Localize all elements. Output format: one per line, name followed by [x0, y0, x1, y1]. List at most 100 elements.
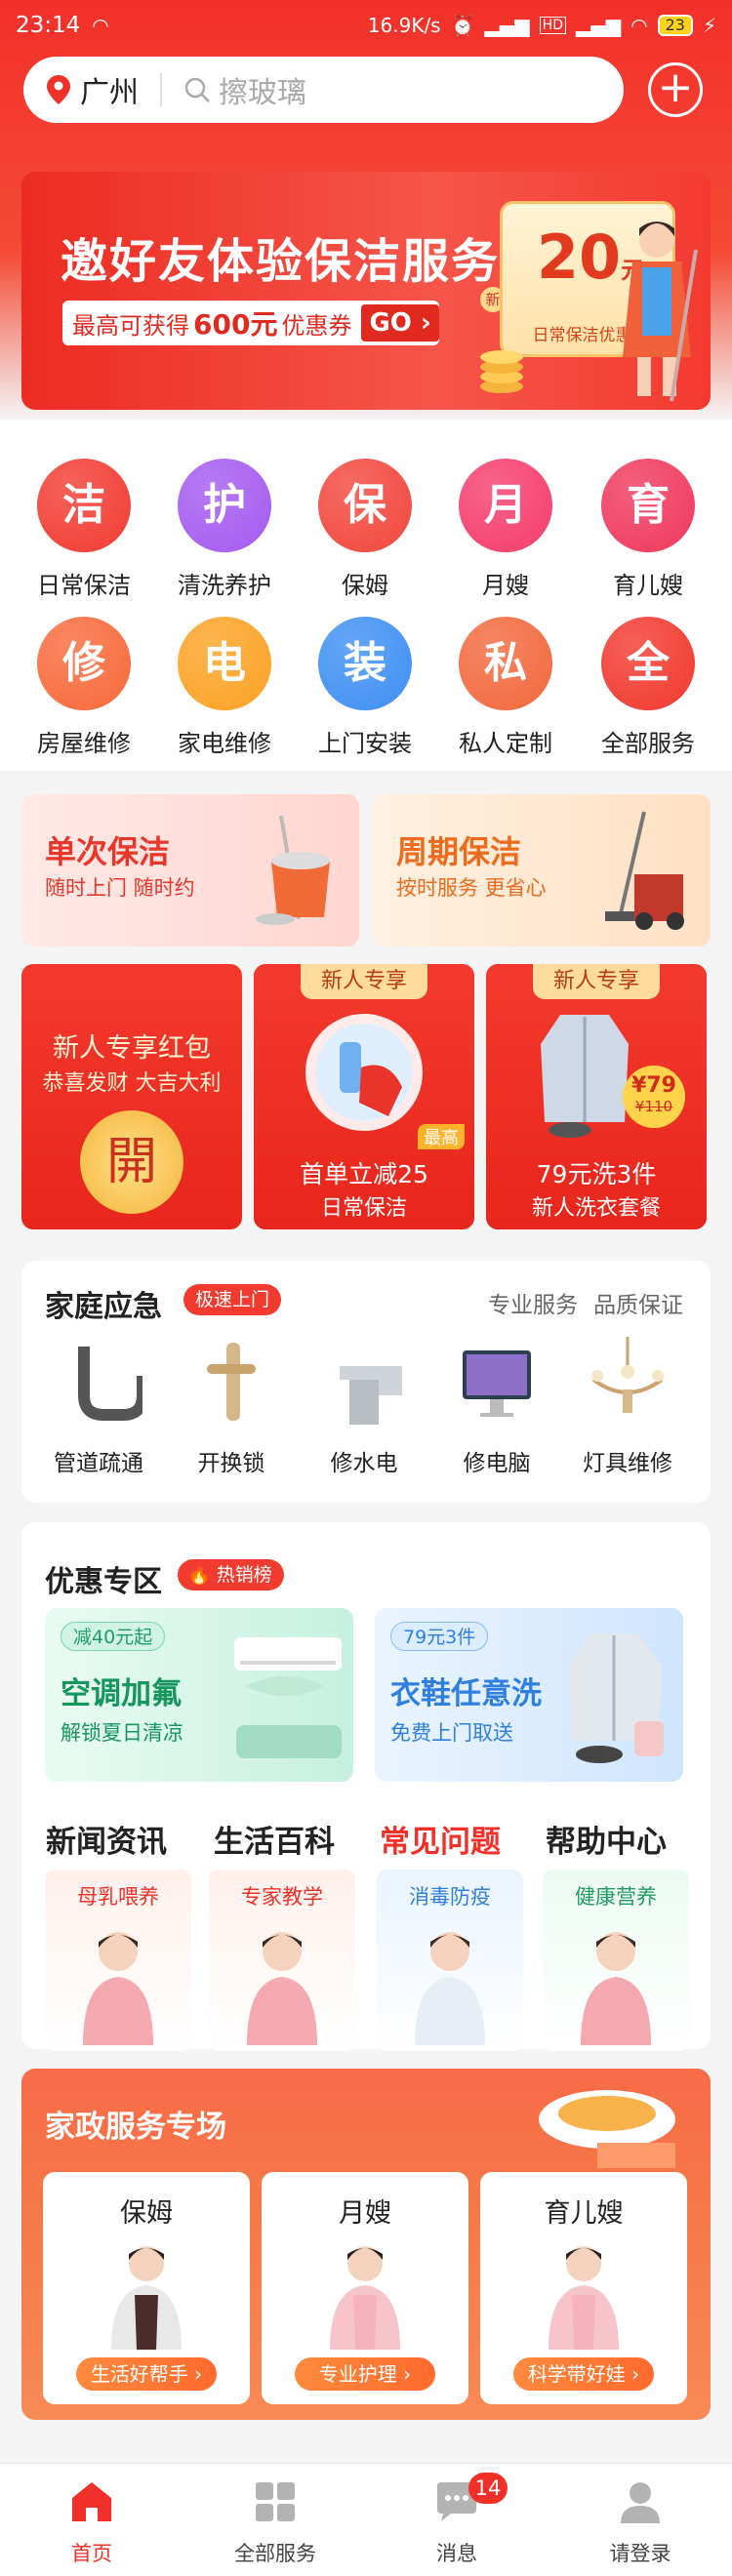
emergency-item-3[interactable]: 修电脑 — [433, 1337, 560, 1477]
info-card-2[interactable]: 消毒防疫 — [377, 1870, 523, 2051]
category-7[interactable]: 装上门安装 — [293, 617, 437, 758]
chandelier-icon — [591, 1337, 664, 1413]
emergency-tagline-2: 品质保证 — [593, 1293, 683, 1318]
category-icon: 修 — [37, 617, 131, 710]
info-card-label: 专家教学 — [241, 1885, 323, 1909]
redpacket-open-label: 開 — [105, 1133, 157, 1191]
status-time: 23:14 — [16, 13, 81, 38]
housekeeping-card-name: 保姆 — [120, 2198, 173, 2229]
category-3[interactable]: 月月嫂 — [433, 459, 578, 600]
nav-label: 消息 — [436, 2542, 477, 2565]
housekeeping-card-button[interactable]: 生活好帮手 › — [76, 2357, 217, 2391]
net-speed: 16.9K/s — [367, 14, 441, 37]
search-input[interactable]: 擦玻璃 — [219, 68, 306, 111]
redpacket-title: 新人专享红包 — [53, 1033, 211, 1064]
housekeeping-card-2[interactable]: 育儿嫂 科学带好娃 › — [480, 2172, 687, 2404]
search-bar[interactable]: 广州 擦玻璃 — [23, 57, 624, 123]
laundry-package-card[interactable]: 新人专享 ¥79 ¥110 79元洗3件 新人洗衣套餐 — [486, 964, 707, 1229]
info-tab-0[interactable]: 新闻资讯 — [23, 1817, 189, 1861]
hot-list-label: 热销榜 — [216, 1564, 272, 1586]
banner-go-button[interactable]: GO › — [361, 304, 439, 342]
charging-icon: ⚡ — [702, 14, 716, 37]
laundry-shoes-card[interactable]: 79元3件 衣鞋任意洗 免费上门取送 — [375, 1608, 683, 1782]
spray-glove-illustration — [305, 1014, 423, 1131]
emergency-item-2[interactable]: 修水电 — [301, 1337, 427, 1477]
first-order-discount-card[interactable]: 新人专享 最高 首单立减25 日常保洁 — [254, 964, 474, 1229]
hot-list-badge[interactable]: 🔥 热销榜 — [178, 1559, 284, 1590]
category-label: 月嫂 — [482, 572, 529, 599]
category-icon: 装 — [318, 617, 412, 710]
info-card-0[interactable]: 母乳喂养 — [45, 1870, 191, 2051]
nav-item-0[interactable]: 首页 — [33, 2478, 150, 2567]
category-1[interactable]: 护清洗养护 — [152, 459, 297, 600]
category-2[interactable]: 保保姆 — [293, 459, 437, 600]
category-9[interactable]: 全全部服务 — [576, 617, 720, 758]
category-8[interactable]: 私私人定制 — [433, 617, 578, 758]
category-0[interactable]: 洁日常保洁 — [12, 459, 156, 600]
info-tab-2[interactable]: 常见问题 — [357, 1817, 523, 1861]
housekeeping-card-0[interactable]: 保姆生活好帮手 › — [43, 2172, 250, 2404]
periodic-cleaning-sub: 按时服务 更省心 — [396, 876, 547, 900]
info-tab-1[interactable]: 生活百科 — [191, 1817, 357, 1861]
category-5[interactable]: 修房屋维修 — [12, 617, 156, 758]
housekeeping-card-button[interactable]: 科学带好娃 › — [513, 2357, 654, 2391]
emergency-title: 家庭应急 — [45, 1290, 162, 1324]
periodic-cleaning-card[interactable]: 周期保洁 按时服务 更省心 — [373, 794, 711, 946]
info-tab-3[interactable]: 帮助中心 — [523, 1817, 689, 1861]
housekeeping-card-1[interactable]: 月嫂 专业护理 › — [262, 2172, 468, 2404]
jacket-shoes-illustration — [568, 1633, 664, 1763]
info-card-illustration — [581, 1932, 651, 2045]
info-card-1[interactable]: 专家教学 — [209, 1870, 355, 2051]
wifi-status-icon: ◠ — [630, 14, 648, 37]
info-card-label: 母乳喂养 — [77, 1885, 159, 1909]
search-divider — [160, 73, 162, 106]
invite-banner[interactable]: 邀好友体验保洁服务 最高可获得 600元 优惠券 GO › 新 20元 日常保洁… — [21, 172, 711, 410]
food-bowl-illustration — [539, 2090, 675, 2168]
emergency-item-4[interactable]: 灯具维修 — [564, 1337, 691, 1477]
nav-item-1[interactable]: 全部服务 — [217, 2478, 334, 2567]
signal-icon: ▂▄▆ — [484, 14, 530, 37]
signal-4g-icon: ▂▄▆ — [575, 14, 622, 37]
nav-label: 全部服务 — [234, 2542, 316, 2565]
city-selector[interactable]: 广州 — [23, 68, 139, 111]
cleaner-illustration — [623, 221, 698, 402]
add-button[interactable]: + — [648, 62, 703, 117]
ac-refill-card[interactable]: 减40元起 空调加氟 解锁夏日清凉 — [45, 1608, 353, 1782]
emergency-tagline-1: 专业服务 — [488, 1293, 578, 1318]
redpacket-open-button[interactable]: 開 — [80, 1110, 183, 1214]
first-order-sub: 日常保洁 — [320, 1196, 407, 1221]
category-4[interactable]: 育育儿嫂 — [576, 459, 720, 600]
category-icon: 育 — [601, 459, 695, 552]
single-cleaning-sub: 随时上门 随时约 — [45, 876, 195, 900]
nav-item-2[interactable]: 消息 14 — [398, 2473, 515, 2567]
housekeeping-title: 家政服务专场 — [45, 2110, 226, 2145]
category-icon: 全 — [601, 617, 695, 710]
status-bar: 23:14 ◠ 16.9K/s ⏰ ▂▄▆ HD ▂▄▆ ◠ 23 ⚡ — [0, 0, 732, 51]
computer-icon — [463, 1350, 531, 1417]
faucet-icon — [340, 1366, 402, 1425]
first-order-main: 首单立减25 — [300, 1160, 428, 1188]
emergency-item-1[interactable]: 开换锁 — [168, 1337, 295, 1477]
category-label: 家电维修 — [178, 730, 271, 757]
category-label: 全部服务 — [601, 730, 695, 757]
corner-label: 最高 — [418, 1124, 465, 1149]
single-cleaning-card[interactable]: 单次保洁 随时上门 随时约 — [21, 794, 359, 946]
laundry-sub: 新人洗衣套餐 — [531, 1196, 661, 1221]
emergency-item-0[interactable]: 管道疏通 — [35, 1337, 162, 1477]
category-6[interactable]: 电家电维修 — [152, 617, 297, 758]
info-card-illustration — [83, 1932, 153, 2045]
city-label: 广州 — [80, 76, 139, 110]
grid-icon — [256, 2482, 295, 2521]
nav-item-3[interactable]: 请登录 — [582, 2478, 699, 2567]
category-icon: 护 — [178, 459, 271, 552]
info-card-label: 健康营养 — [575, 1885, 657, 1909]
category-icon: 电 — [178, 617, 271, 710]
category-icon: 月 — [459, 459, 552, 552]
discount-title: 优惠专区 — [45, 1565, 162, 1599]
new-user-redpacket-card[interactable]: 新人专享红包 恭喜发财 大吉大利 開 — [21, 964, 242, 1229]
info-card-3[interactable]: 健康营养 — [543, 1870, 689, 2051]
housekeeping-button-label: 科学带好娃 — [527, 2362, 626, 2386]
category-label: 私人定制 — [459, 730, 552, 757]
banner-go-label: GO — [369, 308, 412, 338]
housekeeping-card-button[interactable]: 专业护理 › — [295, 2357, 435, 2391]
